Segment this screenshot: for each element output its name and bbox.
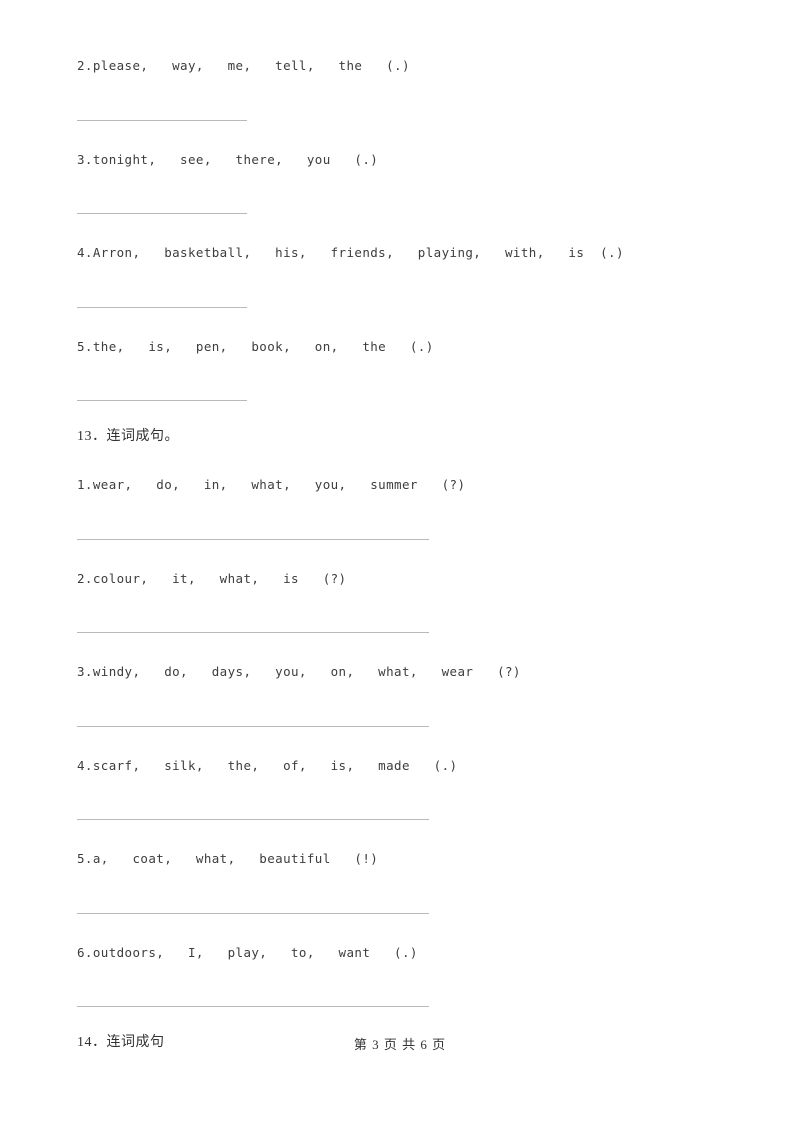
question-words: tonight, see, there, you (.) [92,151,379,167]
question-text: 5.the, is, pen, book, on, the (.) [77,338,723,354]
question-item: 5.the, is, pen, book, on, the (.) [77,308,723,401]
question-item: 2.please, way, me, tell, the (.) [77,0,723,121]
question-words: a, coat, what, beautiful (!) [92,851,379,866]
question-item: 4.scarf, silk, the, of, is, made (.) [77,727,723,820]
question-text: 4.Arron, basketball, his, friends, playi… [77,245,723,260]
question-number: 2. [77,58,93,73]
answer-line[interactable] [77,1006,429,1007]
question-words: outdoors, I, play, to, want (.) [92,944,418,960]
question-number: 4. [77,245,93,260]
question-item: 3.tonight, see, there, you (.) [77,121,723,214]
question-number: 6. [77,944,93,960]
answer-line[interactable] [77,400,247,401]
question-number: 3. [77,664,93,679]
question-words: scarf, silk, the, of, is, made (.) [92,757,458,773]
question-text: 6.outdoors, I, play, to, want (.) [77,944,723,960]
question-item: 2.colour, it, what, is (?) [77,540,723,633]
question-number: 5. [77,338,93,354]
question-text: 3.tonight, see, there, you (.) [77,151,723,167]
worksheet-page: 2.please, way, me, tell, the (.) 3.tonig… [0,0,800,1132]
question-text: 5.a, coat, what, beautiful (!) [77,851,723,866]
question-words: Arron, basketball, his, friends, playing… [92,245,624,260]
question-number: 1. [77,477,93,492]
question-number: 3. [77,151,93,167]
page-content: 2.please, way, me, tell, the (.) 3.tonig… [77,0,723,1050]
question-words: windy, do, days, you, on, what, wear (?) [92,664,521,679]
question-words: please, way, me, tell, the (.) [92,58,410,73]
question-item: 6.outdoors, I, play, to, want (.) [77,914,723,1007]
question-item: 3.windy, do, days, you, on, what, wear (… [77,633,723,727]
question-number: 4. [77,757,93,773]
question-item: 5.a, coat, what, beautiful (!) [77,820,723,914]
question-item: 4.Arron, basketball, his, friends, playi… [77,214,723,308]
exercise-section-13: 13．连词成句。 1.wear, do, in, what, you, summ… [77,401,723,1007]
question-text: 2.colour, it, what, is (?) [77,570,723,586]
section-heading-13: 13．连词成句。 [77,429,179,444]
question-words: the, is, pen, book, on, the (.) [92,338,434,354]
question-text: 2.please, way, me, tell, the (.) [77,58,723,73]
question-number: 5. [77,851,93,866]
question-words: colour, it, what, is (?) [92,570,347,586]
question-words: wear, do, in, what, you, summer (?) [92,477,466,492]
page-footer: 第 3 页 共 6 页 [353,1037,447,1052]
question-text: 1.wear, do, in, what, you, summer (?) [77,477,723,492]
question-number: 2. [77,570,93,586]
question-text: 4.scarf, silk, the, of, is, made (.) [77,757,723,773]
question-item: 1.wear, do, in, what, you, summer (?) [77,444,723,540]
question-text: 3.windy, do, days, you, on, what, wear (… [77,664,723,679]
exercise-section-12-continued: 2.please, way, me, tell, the (.) 3.tonig… [77,0,723,401]
